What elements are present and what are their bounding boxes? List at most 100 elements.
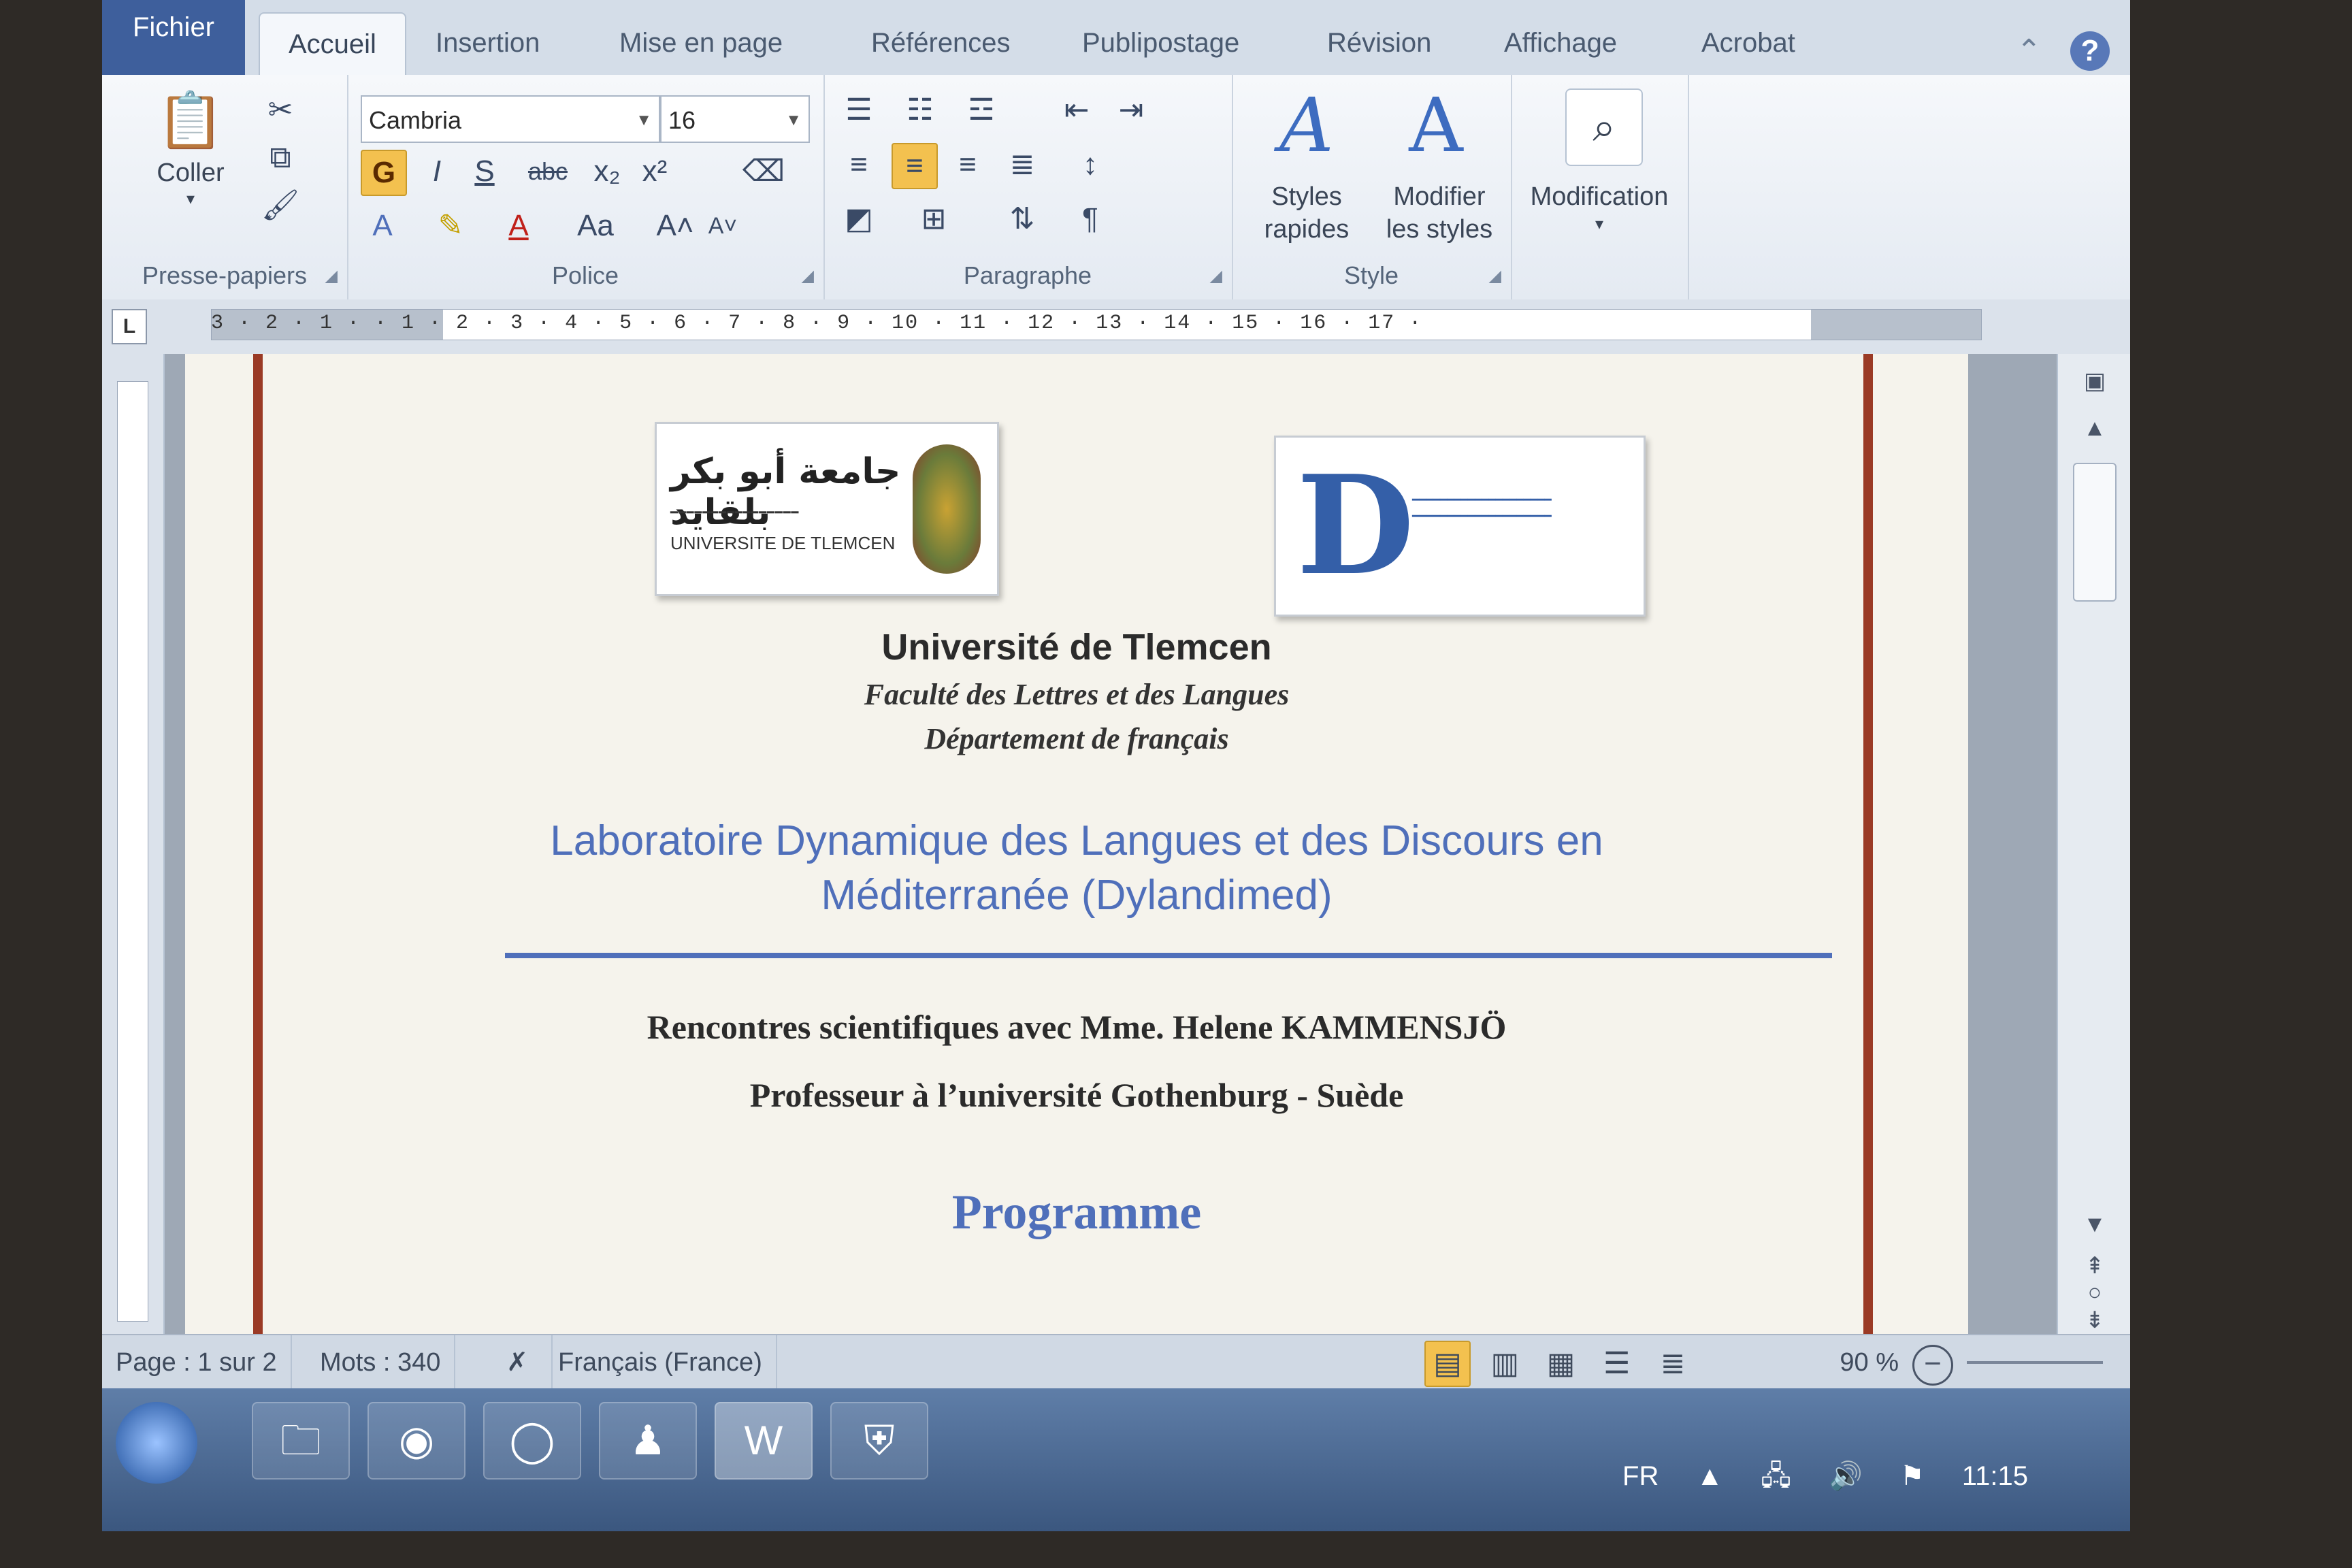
volume-icon[interactable]: 🔊: [1829, 1461, 1863, 1491]
zoom-slider[interactable]: [1967, 1361, 2103, 1364]
quick-styles-icon[interactable]: A: [1259, 82, 1354, 169]
font-size-combo[interactable]: 16 ▼: [660, 95, 810, 143]
web-layout-icon[interactable]: ▦: [1539, 1342, 1583, 1386]
highlight-icon[interactable]: ✎: [429, 204, 472, 248]
change-styles-button[interactable]: Modifier les styles: [1375, 180, 1504, 246]
align-left-icon[interactable]: ≡: [837, 143, 881, 186]
paste-button[interactable]: Coller: [136, 157, 245, 189]
cut-icon[interactable]: ✂: [259, 88, 302, 132]
change-styles-icon[interactable]: A: [1382, 82, 1490, 169]
network-icon[interactable]: 🖧: [1761, 1461, 1791, 1491]
draft-icon[interactable]: ≣: [1651, 1342, 1695, 1386]
flag-icon[interactable]: ⚑: [1900, 1461, 1925, 1491]
binoculars-icon[interactable]: ⌕: [1565, 88, 1643, 166]
scroll-up-icon[interactable]: ▲: [2058, 415, 2130, 442]
multilevel-list-icon[interactable]: ☲: [960, 88, 1003, 132]
explorer-task-icon[interactable]: 🗀: [252, 1402, 350, 1480]
change-case-button[interactable]: Aa: [565, 204, 626, 248]
subscript-button[interactable]: x₂: [585, 150, 629, 193]
zoom-level[interactable]: 90 %: [1840, 1335, 1899, 1390]
page-count[interactable]: Page : 1 sur 2: [102, 1335, 292, 1390]
clipboard-icon[interactable]: 📋: [143, 88, 238, 157]
next-page-icon[interactable]: ⇟: [2058, 1307, 2130, 1334]
input-language[interactable]: FR: [1622, 1461, 1659, 1491]
underline-button[interactable]: S: [463, 150, 506, 193]
vertical-ruler-bar[interactable]: [117, 381, 148, 1322]
scroll-thumb[interactable]: [2073, 463, 2117, 602]
copy-icon[interactable]: ⧉: [259, 136, 302, 180]
security-task-icon[interactable]: ⛨: [830, 1402, 928, 1480]
paste-dropdown-icon[interactable]: ▾: [177, 189, 204, 209]
grow-font-button[interactable]: A˄: [653, 204, 697, 248]
document-page[interactable]: جامعة أبو بكر بلقايد ━━━━━━━━━━━━━━━━ UN…: [185, 354, 1968, 1334]
print-layout-icon[interactable]: ▤: [1424, 1341, 1471, 1387]
strikethrough-button[interactable]: abc: [517, 150, 578, 193]
browse-object-icon[interactable]: ○: [2058, 1279, 2130, 1306]
align-right-icon[interactable]: ≡: [946, 143, 990, 186]
group-editing: ⌕ Modification ▾: [1511, 75, 1689, 299]
tab-mise-en-page[interactable]: Mise en page: [619, 12, 783, 74]
borders-icon[interactable]: ⊞: [912, 197, 956, 241]
group-paragraph: ☰ ☷ ☲ ⇤ ⇥ ≡ ≡ ≡ ≣ ↕ ◩ ⊞ ⇅ ¶ Paragraphe ◢: [823, 75, 1233, 299]
meeting-line: Rencontres scientifiques avec Mme. Helen…: [647, 1008, 1507, 1046]
title-divider: [505, 953, 1832, 958]
tab-references[interactable]: Références: [871, 12, 1011, 74]
app-task-icon[interactable]: ♟: [599, 1402, 697, 1480]
italic-button[interactable]: I: [415, 150, 459, 193]
font-name-combo[interactable]: Cambria ▼: [361, 95, 660, 143]
word-task-icon[interactable]: W: [715, 1402, 813, 1480]
tray-expand-icon[interactable]: ▲: [1696, 1461, 1723, 1491]
style-group-label: Style: [1343, 261, 1399, 289]
clipboard-launcher-icon[interactable]: ◢: [325, 266, 338, 286]
tab-publipostage[interactable]: Publipostage: [1082, 12, 1239, 74]
editing-dropdown-icon[interactable]: ▾: [1586, 214, 1613, 234]
quick-styles-button[interactable]: Styles rapides: [1245, 180, 1368, 246]
minimize-ribbon-icon[interactable]: ⌃: [2016, 34, 2042, 67]
start-button[interactable]: [116, 1402, 197, 1484]
font-color-icon[interactable]: A: [497, 204, 540, 248]
full-screen-reading-icon[interactable]: ▥: [1483, 1342, 1526, 1386]
line-spacing-icon[interactable]: ↕: [1068, 143, 1112, 186]
justify-icon[interactable]: ≣: [1000, 143, 1044, 186]
decrease-indent-icon[interactable]: ⇤: [1055, 88, 1098, 132]
language-status[interactable]: Français (France): [544, 1335, 777, 1390]
paragraph-launcher-icon[interactable]: ◢: [1210, 266, 1222, 286]
help-icon[interactable]: ?: [2070, 31, 2110, 71]
zoom-out-icon[interactable]: −: [1912, 1345, 1953, 1386]
bullets-icon[interactable]: ☰: [837, 88, 881, 132]
tab-fichier[interactable]: Fichier: [102, 0, 245, 75]
clock[interactable]: 11:15: [1962, 1461, 2028, 1491]
style-launcher-icon[interactable]: ◢: [1489, 266, 1501, 286]
opera-task-icon[interactable]: ◯: [483, 1402, 581, 1480]
scroll-down-icon[interactable]: ▼: [2058, 1211, 2130, 1238]
text-effects-icon[interactable]: A: [361, 204, 404, 248]
word-count[interactable]: Mots : 340: [306, 1335, 456, 1390]
group-clipboard: 📋 Coller ▾ ✂ ⧉ 🖌 Presse-papiers ◢: [102, 75, 348, 299]
superscript-button[interactable]: x²: [633, 150, 676, 193]
proofing-icon[interactable]: ✗: [483, 1335, 553, 1390]
shrink-font-button[interactable]: A˅: [701, 204, 745, 248]
logo-lines: ━━━━━━━━━━━━━━━━━━━━ ━━━━━━━━━━━━━━━━━━━━: [1412, 493, 1552, 523]
increase-indent-icon[interactable]: ⇥: [1109, 88, 1153, 132]
tab-insertion[interactable]: Insertion: [436, 12, 540, 74]
previous-page-icon[interactable]: ⇞: [2058, 1252, 2130, 1279]
ruler-toggle-icon[interactable]: ▣: [2058, 368, 2130, 395]
font-launcher-icon[interactable]: ◢: [802, 266, 814, 286]
tab-affichage[interactable]: Affichage: [1504, 12, 1617, 74]
align-center-icon[interactable]: ≡: [892, 143, 938, 189]
outline-icon[interactable]: ☰: [1595, 1342, 1639, 1386]
clear-format-icon[interactable]: ⌫: [742, 150, 785, 193]
tab-selector-icon[interactable]: L: [112, 309, 147, 344]
tab-acrobat[interactable]: Acrobat: [1701, 12, 1795, 74]
sort-icon[interactable]: ⇅: [1000, 197, 1044, 241]
vertical-scrollbar[interactable]: ▣ ▲ ▼ ⇞ ○ ⇟: [2057, 354, 2130, 1334]
tab-accueil[interactable]: Accueil: [259, 12, 406, 75]
show-marks-button[interactable]: ¶: [1068, 197, 1112, 241]
format-painter-icon[interactable]: 🖌: [259, 184, 302, 227]
chrome-task-icon[interactable]: ◉: [368, 1402, 466, 1480]
shading-icon[interactable]: ◩: [837, 197, 881, 241]
numbering-icon[interactable]: ☷: [898, 88, 942, 132]
tab-revision[interactable]: Révision: [1327, 12, 1431, 74]
editing-button[interactable]: Modification: [1511, 180, 1688, 213]
bold-button[interactable]: G: [361, 150, 407, 196]
